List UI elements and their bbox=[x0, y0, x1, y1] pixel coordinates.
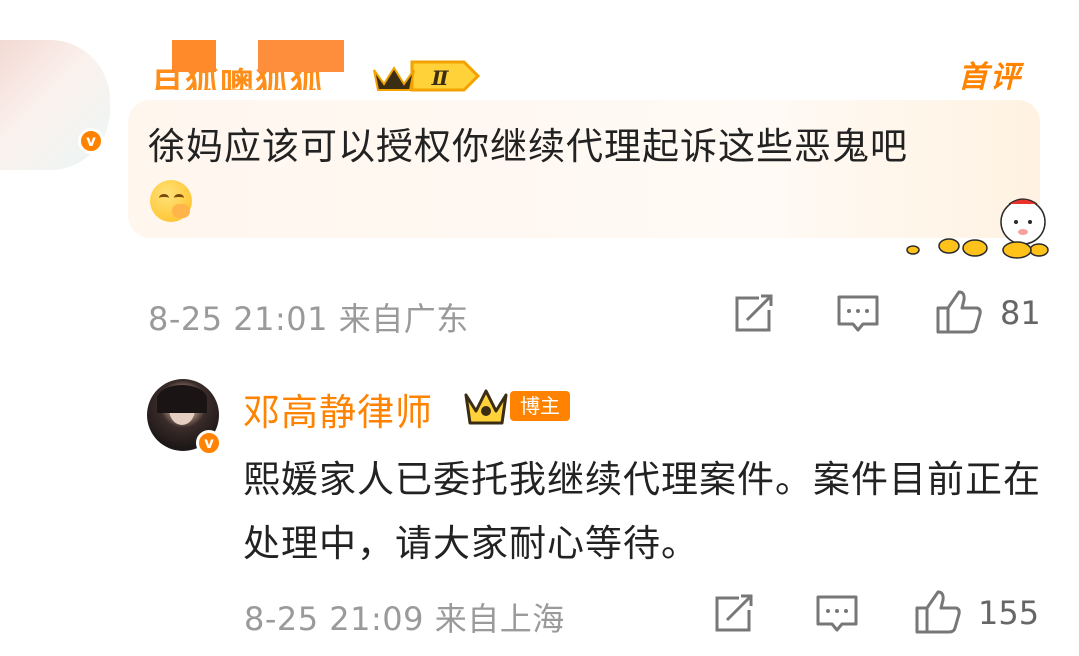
level-number: Ⅱ bbox=[431, 66, 450, 90]
like-button-icon[interactable] bbox=[935, 288, 983, 336]
commenter-username[interactable]: 月狐噢狐狐 bbox=[150, 40, 370, 90]
mosaic-block bbox=[258, 40, 344, 72]
blogger-badge: 博主 bbox=[462, 385, 574, 427]
comment-icon[interactable] bbox=[815, 594, 859, 634]
repost-icon[interactable] bbox=[713, 594, 757, 634]
repost-icon[interactable] bbox=[733, 294, 777, 334]
bubble-decoration-icon bbox=[906, 198, 1049, 259]
like-count: 155 bbox=[978, 594, 1040, 632]
reply-text: 熙媛家人已委托我继续代理案件。案件目前正在处理中，请大家耐心等待。 bbox=[243, 458, 1041, 565]
reply-meta: 8-25 21:09 来自上海 bbox=[244, 594, 565, 640]
thinking-face-icon bbox=[150, 180, 192, 222]
comment-time: 21:01 bbox=[233, 300, 329, 338]
replier-username[interactable]: 邓高静律师 bbox=[243, 382, 433, 436]
comment-text: 徐妈应该可以授权你继续代理起诉这些恶鬼吧 bbox=[148, 125, 908, 168]
blogger-tag: 博主 bbox=[510, 391, 570, 421]
fan-level-badge[interactable]: Ⅱ bbox=[370, 58, 482, 94]
verified-icon: v bbox=[78, 128, 104, 154]
reply-location: 来自上海 bbox=[434, 600, 565, 638]
comment-icon[interactable] bbox=[836, 294, 880, 334]
mosaic-block bbox=[172, 40, 216, 72]
comment-location: 来自广东 bbox=[338, 300, 469, 338]
reply-time: 21:09 bbox=[329, 600, 425, 638]
verified-icon: v bbox=[196, 430, 222, 456]
reply-date: 8-25 bbox=[244, 600, 319, 638]
like-count: 81 bbox=[1000, 294, 1041, 332]
comment-meta: 8-25 21:01 来自广东 bbox=[148, 294, 469, 340]
crown-icon bbox=[464, 389, 508, 425]
first-comment-badge: 首评 bbox=[958, 60, 1022, 95]
comment-date: 8-25 bbox=[148, 300, 223, 338]
like-button-icon[interactable] bbox=[914, 588, 962, 636]
